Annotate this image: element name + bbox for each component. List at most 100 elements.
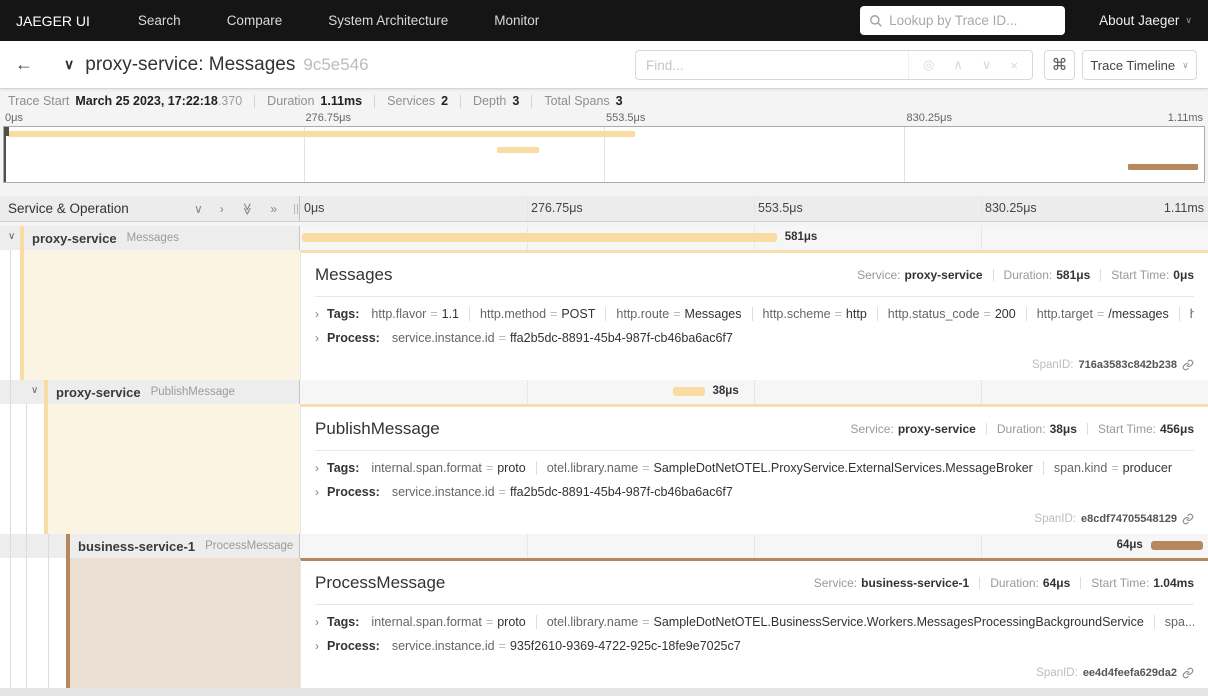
back-button[interactable]: ← xyxy=(0,54,48,75)
track-gridline xyxy=(981,534,982,558)
service-value: business-service-1 xyxy=(861,575,970,590)
chevron-down-icon[interactable]: ∨ xyxy=(31,385,38,396)
service-operation-header: Service & Operation ∨ › ≫ » xyxy=(0,196,300,221)
tags-row[interactable]: › Tags: http.flavor = 1.1 http.method = POST… xyxy=(315,307,1194,321)
timeline-tick: 0μs xyxy=(304,201,325,215)
process-row[interactable]: › Process: service.instance.id = ffa2b5dc-… xyxy=(315,485,1194,499)
span-name-cell[interactable]: business-service-1 ProcessMessage xyxy=(0,534,300,558)
service-name: proxy-service xyxy=(56,384,141,400)
timeline-minimap[interactable] xyxy=(3,126,1205,183)
span-name-cell[interactable]: ∨ proxy-service PublishMessage xyxy=(0,380,300,404)
span-detail-title: Messages xyxy=(315,264,393,284)
service-operation-label: Service & Operation xyxy=(8,201,129,216)
process-item: service.instance.id = ffa2b5dc-8891-45b4-9… xyxy=(391,331,733,345)
summary-trace-start: Trace Start March 25 2023, 17:22:18 .370 xyxy=(8,94,267,108)
find-prev-icon[interactable]: ∧ xyxy=(953,57,963,73)
trace-view-label: Trace Timeline xyxy=(1090,57,1176,73)
span-row-processmessage: business-service-1 ProcessMessage 64μs xyxy=(0,534,1208,558)
span-detail-indent xyxy=(0,250,300,380)
link-icon[interactable] xyxy=(1182,513,1194,525)
track-gridline xyxy=(527,534,528,558)
process-row[interactable]: › Process: service.instance.id = ffa2b5dc-… xyxy=(315,331,1194,345)
tag-item: http.status_code = 200 xyxy=(888,307,1027,321)
span-track[interactable]: 64μs xyxy=(300,534,1208,558)
indent-guide xyxy=(26,404,27,534)
brand-logo[interactable]: JAEGER UI xyxy=(16,13,90,29)
keyboard-shortcuts-button[interactable]: ⌘ xyxy=(1044,50,1075,80)
header-gridline xyxy=(527,196,528,221)
tags-row[interactable]: › Tags: internal.span.format = proto otel.… xyxy=(315,615,1194,629)
header-gridline xyxy=(981,196,982,221)
service-color-accent xyxy=(20,226,24,250)
tag-item: spa... xyxy=(1164,615,1194,629)
nav-item-search[interactable]: Search xyxy=(138,13,181,28)
tags-row[interactable]: › Tags: internal.span.format = proto otel.… xyxy=(315,461,1194,475)
expand-one-icon[interactable]: › xyxy=(220,202,224,216)
nav-item-monitor[interactable]: Monitor xyxy=(494,13,539,28)
tag-item: http.method = POST xyxy=(480,307,607,321)
collapse-all-icon[interactable]: ≫ xyxy=(240,202,254,215)
column-resizer[interactable] xyxy=(294,204,298,214)
trace-summary-bar: Trace Start March 25 2023, 17:22:18 .370… xyxy=(0,88,1208,113)
minimap-tick: 830.25μs xyxy=(906,112,952,124)
trace-collapse-chevron-icon[interactable]: ∨ xyxy=(64,56,74,73)
nav-item-compare[interactable]: Compare xyxy=(227,13,283,28)
chevron-down-icon[interactable]: ∨ xyxy=(8,231,15,242)
span-rows: ∨ proxy-service Messages 581μs Messages … xyxy=(0,222,1208,688)
horizontal-scrollbar[interactable] xyxy=(0,688,1208,696)
search-icon xyxy=(870,15,882,27)
span-name-cell[interactable]: ∨ proxy-service Messages xyxy=(0,226,300,250)
expand-caret-icon: › xyxy=(315,639,319,653)
service-label: Service: xyxy=(857,267,901,282)
span-detail-processmessage: ProcessMessage Service: business-service-… xyxy=(0,558,1208,688)
top-nav: JAEGER UI Search Compare System Architec… xyxy=(0,0,1208,41)
span-row-messages: ∨ proxy-service Messages 581μs xyxy=(0,226,1208,250)
expand-all-icon[interactable]: » xyxy=(270,202,277,216)
span-duration-bar[interactable] xyxy=(301,233,777,242)
trace-lookup-input[interactable] xyxy=(860,6,1066,35)
span-duration-bar[interactable] xyxy=(673,387,705,396)
timeline-tick: 276.75μs xyxy=(531,201,583,215)
find-clear-icon[interactable]: × xyxy=(1010,58,1018,73)
expand-caret-icon: › xyxy=(315,331,319,345)
span-track[interactable]: 581μs xyxy=(300,226,1208,250)
timeline-tick: 1.11ms xyxy=(1163,201,1204,215)
span-id-label: SpanID: xyxy=(1036,667,1078,679)
span-duration-bar[interactable] xyxy=(1150,541,1204,550)
expand-caret-icon: › xyxy=(315,461,319,475)
about-jaeger-menu[interactable]: About Jaeger ∨ xyxy=(1099,13,1192,28)
duration-label: Duration: xyxy=(1003,267,1053,282)
link-icon[interactable] xyxy=(1182,359,1194,371)
tag-item: http.route = Messages xyxy=(616,307,753,321)
link-icon[interactable] xyxy=(1182,667,1194,679)
span-id-value: ee4d4feefa629da2 xyxy=(1082,667,1177,679)
span-track[interactable]: 38μs xyxy=(300,380,1208,404)
track-gridline xyxy=(754,534,755,558)
tag-item: otel.library.name = SampleDotNetOTEL.Proxy… xyxy=(547,461,1044,475)
minimap-span-bar xyxy=(1128,164,1198,170)
span-detail-panel: Messages Service: proxy-service Duration:… xyxy=(300,250,1208,380)
collapse-one-icon[interactable]: ∨ xyxy=(194,202,203,216)
service-label: Service: xyxy=(813,575,858,590)
tag-item: otel.library.name = SampleDotNetOTEL.Busin… xyxy=(547,615,1155,629)
process-row[interactable]: › Process: service.instance.id = 935f2610-… xyxy=(315,639,1194,653)
indent-guide xyxy=(10,250,11,380)
chevron-down-icon: ∨ xyxy=(1182,59,1189,70)
trace-view-selector[interactable]: Trace Timeline ∨ xyxy=(1082,50,1197,80)
find-focus-icon[interactable]: ◎ xyxy=(923,57,934,73)
minimap-span-bar xyxy=(497,147,539,153)
span-id-row: SpanID: 716a3583c842b238 xyxy=(1032,359,1194,371)
process-label: Process: xyxy=(327,639,380,653)
track-gridline xyxy=(981,380,982,404)
detail-indent-fill xyxy=(48,404,300,534)
find-next-icon[interactable]: ∨ xyxy=(982,57,992,73)
command-icon: ⌘ xyxy=(1051,57,1068,74)
nav-item-system-architecture[interactable]: System Architecture xyxy=(328,13,448,28)
minimap-scrubber-handle[interactable] xyxy=(4,127,9,182)
process-label: Process: xyxy=(327,485,380,499)
find-input[interactable] xyxy=(636,57,909,73)
span-id-value: e8cdf74705548129 xyxy=(1080,513,1177,525)
operation-name: ProcessMessage xyxy=(205,540,294,552)
tag-item: http.scheme = http xyxy=(763,307,878,321)
span-detail-messages: Messages Service: proxy-service Duration:… xyxy=(0,250,1208,380)
